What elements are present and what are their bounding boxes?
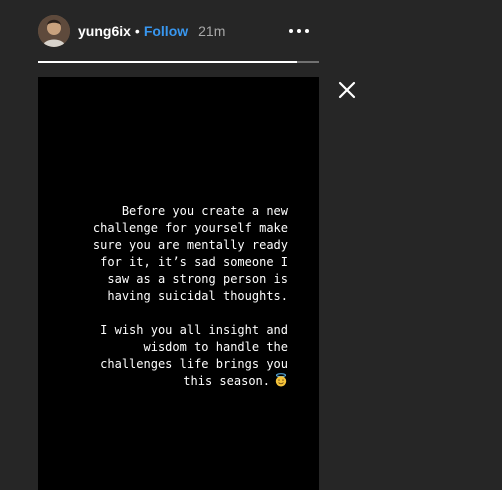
- story-paragraph-1: Before you create a new challenge for yo…: [92, 204, 288, 303]
- separator-dot: •: [134, 23, 140, 39]
- avatar-image: [38, 15, 70, 47]
- avatar[interactable]: [38, 15, 70, 47]
- follow-button[interactable]: Follow: [144, 23, 188, 39]
- story-paragraph-2-text: I wish you all insight and wisdom to han…: [100, 323, 288, 388]
- story-header: yung6ix • Follow 21m: [38, 14, 225, 48]
- timestamp: 21m: [198, 23, 226, 39]
- halo-emoji-icon: [275, 373, 287, 387]
- story-progress-bar: [38, 61, 319, 63]
- story-caption: Before you create a new challenge for yo…: [38, 203, 288, 407]
- more-dot: [289, 29, 293, 33]
- story-progress-fill: [38, 61, 297, 63]
- more-dot: [297, 29, 301, 33]
- username[interactable]: yung6ix: [78, 23, 131, 39]
- close-icon[interactable]: [336, 79, 358, 101]
- more-options-icon[interactable]: [284, 22, 314, 40]
- story-paragraph-2: I wish you all insight and wisdom to han…: [38, 322, 288, 390]
- story-viewer: yung6ix • Follow 21m Before you create a…: [0, 0, 502, 490]
- more-dot: [305, 29, 309, 33]
- story-media[interactable]: Before you create a new challenge for yo…: [38, 77, 319, 490]
